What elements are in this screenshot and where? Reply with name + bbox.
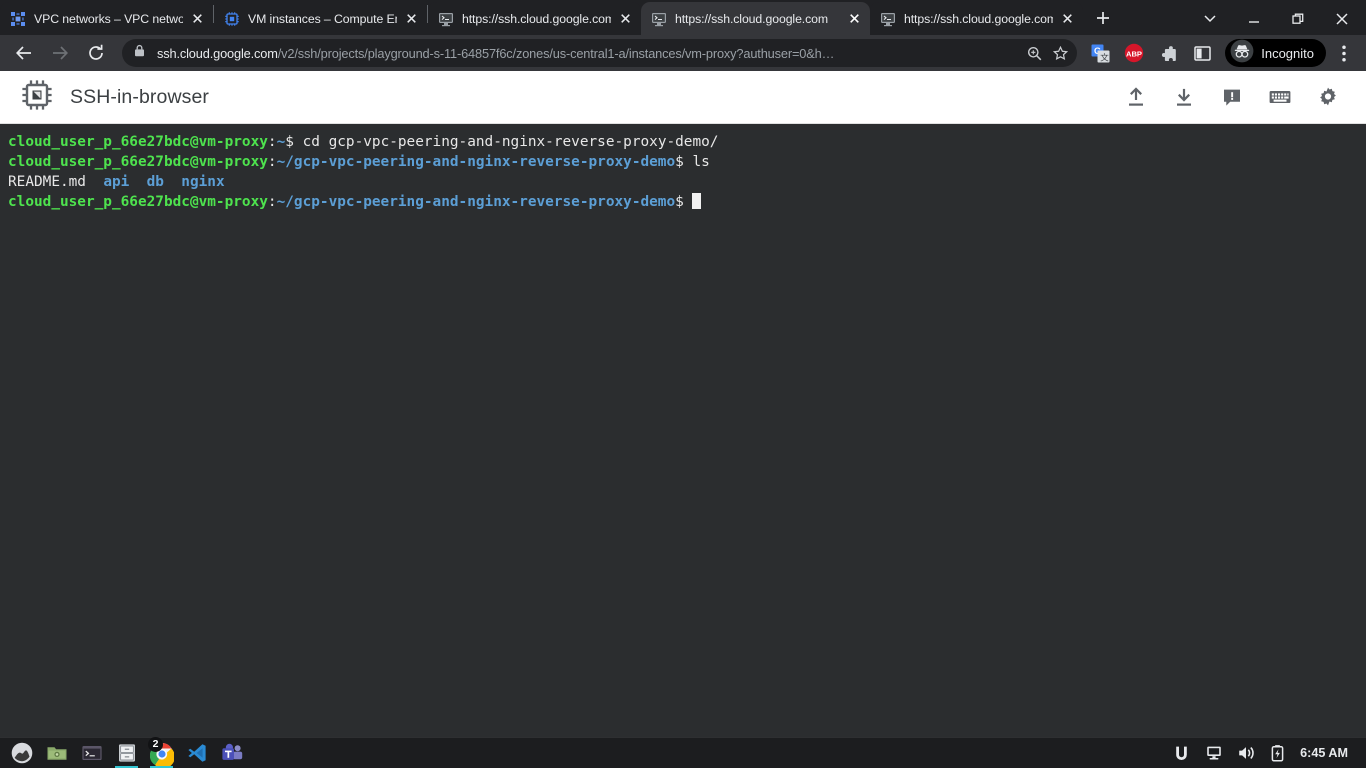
prompt-dollar: $ — [675, 194, 693, 210]
browser-tab-1-title: VPC networks – VPC networks – Compute En… — [34, 11, 183, 26]
prompt-path: ~/gcp-vpc-peering-and-nginx-reverse-prox… — [276, 194, 676, 210]
sidepanel-icon[interactable] — [1188, 39, 1216, 67]
forward-arrow-icon[interactable] — [45, 38, 75, 68]
tray-battery-icon[interactable] — [1263, 739, 1292, 768]
zoom-magnifier-icon[interactable] — [1021, 40, 1047, 66]
browser-tab-5-title: https://ssh.cloud.google.com — [904, 11, 1053, 26]
ls-entry-dir: api — [103, 174, 130, 190]
minimize-icon[interactable] — [1232, 2, 1276, 35]
keyboard-shortcuts-button[interactable] — [1260, 77, 1300, 117]
browser-tab-2-close-icon[interactable] — [401, 9, 421, 29]
browser-tab-4-title: https://ssh.cloud.google.com — [675, 11, 829, 26]
back-arrow-icon[interactable] — [9, 38, 39, 68]
ssh-app-actions — [1108, 77, 1348, 117]
ssh-app-header: SSH-in-browser — [0, 71, 1366, 124]
tab-search-icon[interactable] — [1188, 2, 1232, 35]
compute-engine-icon — [224, 11, 240, 27]
prompt-user-host: cloud_user_p_66e27bdc@vm-proxy — [8, 134, 268, 150]
terminal-ls-output: README.md api db nginx — [8, 172, 1366, 192]
browser-tab-1-close-icon[interactable] — [187, 9, 207, 29]
ls-entry-file: README.md — [8, 174, 86, 190]
tray-volume-icon[interactable] — [1230, 739, 1263, 768]
prompt-path: ~ — [276, 134, 286, 150]
browser-tab-2-title: VM instances – Compute Engine — [248, 11, 397, 26]
address-bar-url: ssh.cloud.google.com/v2/ssh/projects/pla… — [157, 46, 1021, 61]
terminal-active-prompt: cloud_user_p_66e27bdc@vm-proxy:~/gcp-vpc… — [8, 192, 1366, 212]
download-file-button[interactable] — [1164, 77, 1204, 117]
close-icon[interactable] — [1320, 2, 1364, 35]
taskbar-chrome[interactable]: 2 — [146, 736, 177, 768]
terminal-cursor — [692, 193, 702, 209]
terminal-command: ls — [692, 154, 710, 170]
taskbar-menu-button[interactable] — [6, 739, 37, 768]
profile-name-label: Incognito — [1261, 45, 1314, 61]
vpc-network-icon — [10, 11, 26, 27]
taskbar-terminal[interactable] — [76, 739, 107, 768]
three-dot-menu-icon[interactable] — [1330, 39, 1358, 67]
browser-tab-4-close-icon[interactable] — [844, 9, 864, 29]
ssh-console-icon — [880, 11, 896, 27]
page-title: SSH-in-browser — [70, 85, 210, 108]
browser-toolbar: ssh.cloud.google.com/v2/ssh/projects/pla… — [0, 35, 1366, 71]
extensions-puzzle-icon[interactable] — [1154, 39, 1182, 67]
star-icon[interactable] — [1047, 40, 1073, 66]
taskbar-active-indicator — [150, 765, 173, 768]
system-tray: 6:45 AM — [1165, 739, 1360, 768]
prompt-dollar: $ — [675, 154, 693, 170]
prompt-dollar: $ — [285, 134, 303, 150]
incognito-icon — [1230, 39, 1254, 68]
prompt-colon: : — [267, 194, 277, 210]
prompt-user-host: cloud_user_p_66e27bdc@vm-proxy — [8, 194, 268, 210]
taskbar-teams[interactable] — [216, 739, 247, 768]
terminal-line: cloud_user_p_66e27bdc@vm-proxy:~$ cd gcp… — [8, 132, 1366, 152]
desktop-taskbar: 2 6:45 AM — [0, 736, 1366, 768]
browser-tab-1[interactable]: VPC networks – VPC networks – Compute En… — [0, 2, 213, 35]
profile-incognito-button[interactable]: Incognito — [1225, 39, 1326, 67]
browser-tab-strip: VPC networks – VPC networks – Compute En… — [0, 0, 1366, 35]
browser-tab-3-close-icon[interactable] — [615, 9, 635, 29]
browser-tab-3[interactable]: https://ssh.cloud.google.com — [428, 2, 641, 35]
prompt-user-host: cloud_user_p_66e27bdc@vm-proxy — [8, 154, 268, 170]
browser-tab-4[interactable]: https://ssh.cloud.google.com — [641, 2, 870, 35]
address-bar[interactable]: ssh.cloud.google.com/v2/ssh/projects/pla… — [122, 39, 1078, 67]
ls-entry-dir: db — [146, 174, 164, 190]
taskbar-active-indicator — [115, 765, 138, 768]
browser-tab-3-title: https://ssh.cloud.google.com — [462, 11, 611, 26]
browser-tab-2[interactable]: VM instances – Compute Engine — [214, 2, 427, 35]
adblock-plus-icon[interactable]: ABP — [1120, 39, 1148, 67]
taskbar-archive-manager[interactable] — [111, 739, 142, 768]
taskbar-vscode[interactable] — [181, 739, 212, 768]
maximize-icon[interactable] — [1276, 2, 1320, 35]
tray-display-icon[interactable] — [1198, 739, 1230, 768]
terminal-line: cloud_user_p_66e27bdc@vm-proxy:~/gcp-vpc… — [8, 152, 1366, 172]
ssh-console-icon — [438, 11, 454, 27]
svg-text:文: 文 — [1100, 52, 1109, 62]
settings-button[interactable] — [1308, 77, 1348, 117]
terminal-command: cd gcp-vpc-peering-and-nginx-reverse-pro… — [302, 134, 719, 150]
prompt-colon: : — [267, 134, 277, 150]
reload-icon[interactable] — [81, 38, 111, 68]
browser-extensions: G 文 ABP — [1083, 39, 1219, 67]
ls-entry-dir: nginx — [181, 174, 225, 190]
lock-icon[interactable] — [134, 44, 148, 62]
ssh-console-icon — [651, 11, 667, 27]
upload-file-button[interactable] — [1116, 77, 1156, 117]
terminal-output[interactable]: cloud_user_p_66e27bdc@vm-proxy:~$ cd gcp… — [0, 124, 1366, 755]
address-bar-host: ssh.cloud.google.com — [157, 45, 278, 61]
prompt-path: ~/gcp-vpc-peering-and-nginx-reverse-prox… — [276, 154, 676, 170]
browser-tab-5[interactable]: https://ssh.cloud.google.com — [870, 2, 1083, 35]
address-bar-path: /v2/ssh/projects/playground-s-11-64857f6… — [277, 45, 835, 61]
prompt-colon: : — [267, 154, 277, 170]
browser-tab-5-close-icon[interactable] — [1057, 9, 1077, 29]
send-feedback-button[interactable] — [1212, 77, 1252, 117]
svg-text:ABP: ABP — [1126, 49, 1142, 58]
new-tab-button[interactable] — [1089, 4, 1117, 32]
tray-ubiquiti-icon[interactable] — [1165, 739, 1198, 768]
window-controls — [1188, 2, 1366, 35]
taskbar-clock[interactable]: 6:45 AM — [1292, 746, 1360, 760]
chrome-window-count-badge: 2 — [148, 736, 163, 752]
taskbar-file-manager[interactable] — [41, 739, 72, 768]
cpu-chip-icon — [20, 78, 56, 117]
google-translate-icon[interactable]: G 文 — [1086, 39, 1114, 67]
